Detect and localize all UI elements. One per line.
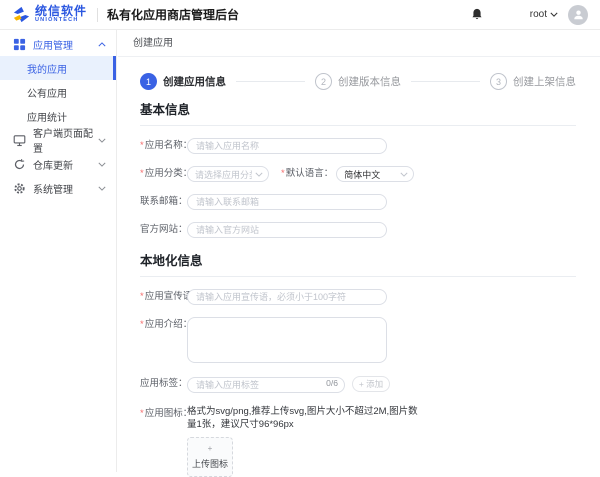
app-slogan-input[interactable] [187,289,387,305]
chevron-down-icon [98,138,106,143]
step-connector [411,81,480,82]
sidebar-item-app-management[interactable]: 应用管理 [0,32,116,56]
stepper: 1 创建应用信息 2 创建版本信息 3 创建上架信息 [140,73,576,90]
official-website-input[interactable] [187,222,387,238]
add-tag-button[interactable]: + 添加 [352,376,390,392]
step-2-number: 2 [315,73,332,90]
sidebar-item-system-management[interactable]: 系统管理 [0,176,116,200]
app-name-label: 应用名称： [140,138,187,154]
app-tags-input[interactable] [187,377,345,393]
app-tags-label: 应用标签： [140,376,187,392]
app-icon-help-text: 格式为svg/png,推荐上传svg,图片大小不超过2M,图片数量1张，建议尺寸… [187,405,423,431]
app-intro-textarea[interactable] [187,317,387,363]
sidebar-item-repo-update[interactable]: 仓库更新 [0,152,116,176]
breadcrumb-item: 创建应用 [133,38,173,49]
contact-email-input[interactable] [187,194,387,210]
app-category-value: 请选择应用分类 [195,168,252,181]
chevron-down-icon [98,186,106,191]
plus-icon: + [208,445,213,453]
step-1: 1 创建应用信息 [140,73,226,90]
sidebar-item-public-apps[interactable]: 公有应用 [0,80,116,104]
step-3: 3 创建上架信息 [490,73,576,90]
sidebar-item-label: 应用管理 [33,37,73,52]
sidebar-item-client-page-config[interactable]: 客户端页面配置 [0,128,116,152]
step-1-label: 创建应用信息 [163,74,226,89]
uniontech-logo: 统信软件 UNIONTECH [12,5,87,24]
avatar[interactable] [568,5,588,25]
header-divider [97,8,98,22]
upload-icon-dropzone[interactable]: + 上传图标 [187,437,233,477]
sidebar-item-label: 公有应用 [27,85,67,100]
sidebar-item-label: 系统管理 [33,181,73,196]
sidebar: 应用管理 我的应用 公有应用 应用统计 客户端页面配置 仓库更新 [0,30,117,472]
gear-icon [13,182,26,195]
sidebar-item-my-apps[interactable]: 我的应用 [0,56,116,80]
default-language-label: 默认语言： [281,166,336,182]
tags-counter: 0/6 [326,375,338,391]
sidebar-item-label: 仓库更新 [33,157,73,172]
chevron-down-icon [255,172,263,177]
grid-icon [13,38,26,51]
official-website-label: 官方网站： [140,222,187,238]
top-header: 统信软件 UNIONTECH 私有化应用商店管理后台 root [0,0,600,30]
app-category-label: 应用分类： [140,166,187,182]
step-3-label: 创建上架信息 [513,74,576,89]
upload-icon-label: 上传图标 [192,457,228,470]
section-divider [140,125,576,126]
chevron-down-icon [98,162,106,167]
app-slogan-label: 应用宣传语： [140,289,187,305]
sidebar-item-label: 客户端页面配置 [33,125,98,155]
contact-email-label: 联系邮箱： [140,194,187,210]
step-1-number: 1 [140,73,157,90]
default-language-select[interactable]: 简体中文 [336,166,414,182]
step-2-label: 创建版本信息 [338,74,401,89]
app-icon-label: 应用图标： [140,406,187,422]
section-title-basic-info: 基本信息 [140,99,576,118]
user-name: root [530,9,547,20]
refresh-icon [13,158,26,171]
person-icon [572,8,585,21]
user-menu[interactable]: root [530,9,558,20]
step-3-number: 3 [490,73,507,90]
app-intro-label: 应用介绍： [140,317,187,333]
sidebar-item-label: 应用统计 [27,109,67,124]
logo-text: 统信软件 [35,5,87,17]
chevron-down-icon [550,12,558,17]
main-area: 创建应用 1 创建应用信息 2 创建版本信息 3 创建上架信息 基本信息 应 [118,30,600,472]
logo-subtext: UNIONTECH [35,18,87,24]
default-language-value: 简体中文 [344,168,397,181]
step-connector [236,81,305,82]
section-divider [140,276,576,277]
monitor-icon [13,134,26,147]
app-category-select[interactable]: 请选择应用分类 [187,166,269,182]
app-name-input[interactable] [187,138,387,154]
app-title: 私有化应用商店管理后台 [107,6,239,23]
breadcrumb: 创建应用 [118,30,600,57]
chevron-down-icon [400,172,408,177]
step-2: 2 创建版本信息 [315,73,401,90]
sidebar-item-label: 我的应用 [27,61,67,76]
notification-bell-icon[interactable] [470,7,484,22]
uniontech-logo-icon [12,5,31,24]
chevron-up-icon [98,42,106,47]
section-title-localized-info: 本地化信息 [140,250,576,269]
